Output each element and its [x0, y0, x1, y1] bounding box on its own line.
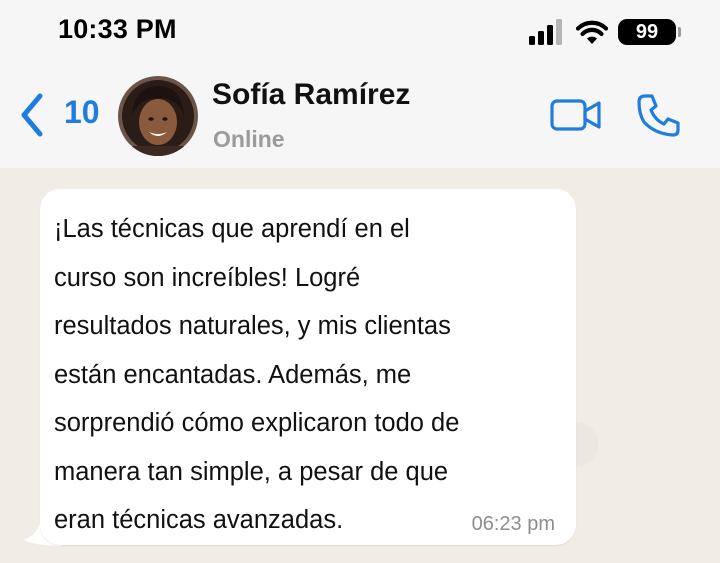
back-unread-count[interactable]: 10: [64, 94, 100, 131]
contact-status: Online: [213, 126, 285, 152]
wifi-icon: [576, 20, 608, 44]
message-text: ¡Las técnicas que aprendí en el curso so…: [54, 215, 460, 534]
chevron-left-icon[interactable]: [18, 92, 46, 138]
status-time: 10:33 PM: [58, 14, 177, 44]
avatar[interactable]: [118, 76, 198, 156]
cellular-signal-icon: [529, 19, 562, 45]
phone-icon[interactable]: [636, 92, 682, 138]
video-camera-icon[interactable]: [550, 96, 602, 134]
contact-name[interactable]: Sofía Ramírez: [212, 78, 410, 112]
message-timestamp: 06:23 pm: [471, 513, 555, 535]
status-icons: 99: [528, 17, 681, 47]
battery-icon: 99: [618, 19, 681, 45]
battery-level: 99: [635, 20, 659, 43]
header-bar: 10:33 PM 99 10 Sofía Ramírez Online: [0, 0, 720, 168]
